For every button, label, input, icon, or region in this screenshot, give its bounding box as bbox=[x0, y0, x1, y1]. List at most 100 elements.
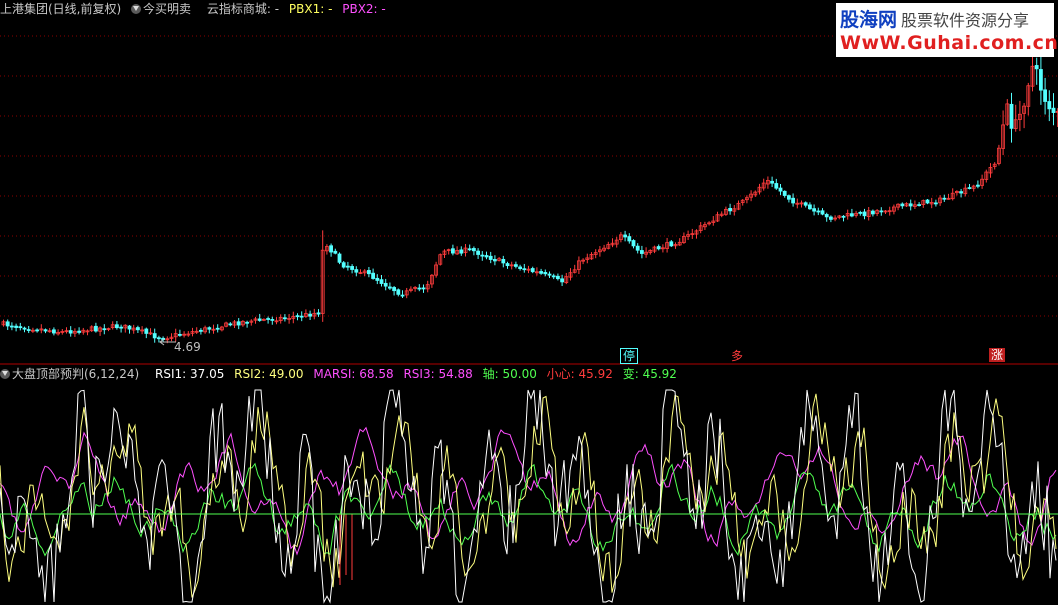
candle-body bbox=[156, 337, 161, 340]
stock-title[interactable]: 上港集团(日线,前复权) bbox=[0, 2, 121, 16]
candle-body bbox=[245, 321, 250, 324]
indicator-source: 云指标商城: - bbox=[206, 2, 280, 16]
candle-body bbox=[488, 255, 493, 260]
logo-name: 股海网 bbox=[840, 9, 898, 31]
candle-body bbox=[480, 254, 485, 257]
candle-body bbox=[467, 248, 472, 251]
candle-body bbox=[177, 333, 182, 336]
candle-body bbox=[841, 215, 846, 218]
candle-body bbox=[207, 327, 212, 330]
marsi-line bbox=[0, 426, 1057, 556]
candle-body bbox=[354, 269, 359, 273]
caution-value: 小心: 45.92 bbox=[546, 367, 613, 381]
indicator-dropdown[interactable]: 今买明卖 bbox=[131, 2, 197, 16]
candle-body bbox=[236, 321, 241, 326]
candle-body bbox=[345, 265, 350, 268]
candle-body bbox=[547, 273, 552, 276]
candle-body bbox=[14, 325, 19, 328]
indicator-series bbox=[0, 389, 1057, 604]
candle-body bbox=[144, 328, 149, 334]
candle-body bbox=[350, 266, 355, 270]
candle-body bbox=[228, 323, 233, 326]
low-price-label: 4.69 bbox=[174, 340, 201, 354]
indicator-title: 大盘顶部预判(6,12,24) bbox=[12, 367, 140, 381]
candle-body bbox=[421, 287, 426, 290]
dropdown-icon[interactable] bbox=[131, 4, 142, 14]
candle-body bbox=[1051, 107, 1056, 113]
candle-body bbox=[379, 279, 384, 284]
candle-body bbox=[816, 210, 821, 213]
candle-body bbox=[333, 250, 338, 254]
candle-body bbox=[530, 268, 535, 273]
candle-body bbox=[959, 191, 963, 194]
candle-body bbox=[501, 258, 506, 264]
candle-body bbox=[316, 312, 321, 315]
candle-body bbox=[270, 319, 275, 321]
candle-body bbox=[371, 272, 376, 279]
candle-body bbox=[820, 210, 825, 215]
candle-body bbox=[858, 212, 863, 214]
candle-body bbox=[551, 275, 556, 278]
rsi1-value: RSI1: 37.05 bbox=[155, 367, 225, 381]
candle-body bbox=[871, 210, 875, 215]
candle-body bbox=[43, 329, 48, 332]
site-logo: 股海网 股票软件资源分享 WwW.Guhai.com.cn bbox=[836, 3, 1058, 57]
candle-body bbox=[770, 180, 774, 184]
price-header: 上港集团(日线,前复权) 今买明卖 云指标商城: - PBX1: - PBX2:… bbox=[0, 1, 392, 17]
candle-body bbox=[308, 313, 313, 317]
signal-rise: 涨 bbox=[989, 348, 1006, 362]
candle-body bbox=[967, 187, 972, 189]
candle-body bbox=[152, 333, 157, 339]
candle-body bbox=[68, 330, 73, 334]
indicator-dropdown-2[interactable]: 大盘顶部预判(6,12,24) bbox=[0, 367, 145, 381]
candle-body bbox=[934, 202, 938, 205]
candle-body bbox=[976, 184, 980, 187]
candle-body bbox=[829, 216, 833, 220]
candle-body bbox=[52, 329, 56, 334]
indicator-header: 大盘顶部预判(6,12,24) RSI1: 37.05 RSI2: 49.00 … bbox=[0, 366, 683, 382]
candle-body bbox=[94, 325, 98, 332]
candle-body bbox=[635, 245, 640, 251]
axis-value: 轴: 50.00 bbox=[482, 367, 537, 381]
candle-body bbox=[337, 253, 342, 263]
candle-body bbox=[774, 183, 779, 189]
rsi3-value: RSI3: 54.88 bbox=[403, 367, 473, 381]
candle-body bbox=[400, 294, 405, 297]
candle-body bbox=[787, 195, 791, 200]
candle-body bbox=[640, 250, 644, 254]
candle-body bbox=[5, 321, 10, 327]
candle-body bbox=[387, 286, 392, 289]
candle-body bbox=[560, 278, 564, 283]
pbx1-value: PBX1: - bbox=[288, 2, 333, 16]
candlestick-series bbox=[1, 53, 1058, 344]
candle-body bbox=[375, 277, 380, 281]
candle-body bbox=[1009, 103, 1014, 129]
candle-body bbox=[505, 263, 510, 267]
candle-body bbox=[942, 197, 947, 200]
candle-body bbox=[862, 211, 867, 217]
candle-body bbox=[102, 328, 107, 331]
candle-body bbox=[383, 282, 388, 287]
candle-body bbox=[631, 240, 636, 247]
signal-stop: 停 bbox=[620, 348, 639, 364]
dropdown-icon[interactable] bbox=[0, 369, 10, 379]
candle-body bbox=[925, 199, 930, 204]
chart-canvas bbox=[0, 35, 1058, 604]
signal-long: 多 bbox=[731, 349, 744, 363]
candle-body bbox=[115, 324, 119, 329]
candle-body bbox=[484, 255, 489, 258]
change-value: 变: 45.92 bbox=[622, 367, 677, 381]
candle-body bbox=[1043, 89, 1047, 102]
candle-body bbox=[459, 249, 464, 254]
candle-body bbox=[518, 266, 522, 269]
candle-body bbox=[908, 203, 913, 207]
candle-body bbox=[392, 287, 397, 292]
candle-body bbox=[9, 325, 14, 328]
candle-body bbox=[127, 325, 132, 330]
rsi2-line bbox=[0, 393, 1057, 598]
candle-body bbox=[366, 270, 371, 275]
candle-body bbox=[215, 327, 220, 330]
logo-url: WwW.Guhai.com.cn bbox=[840, 32, 1058, 54]
candle-body bbox=[824, 214, 829, 218]
candle-body bbox=[476, 250, 481, 255]
